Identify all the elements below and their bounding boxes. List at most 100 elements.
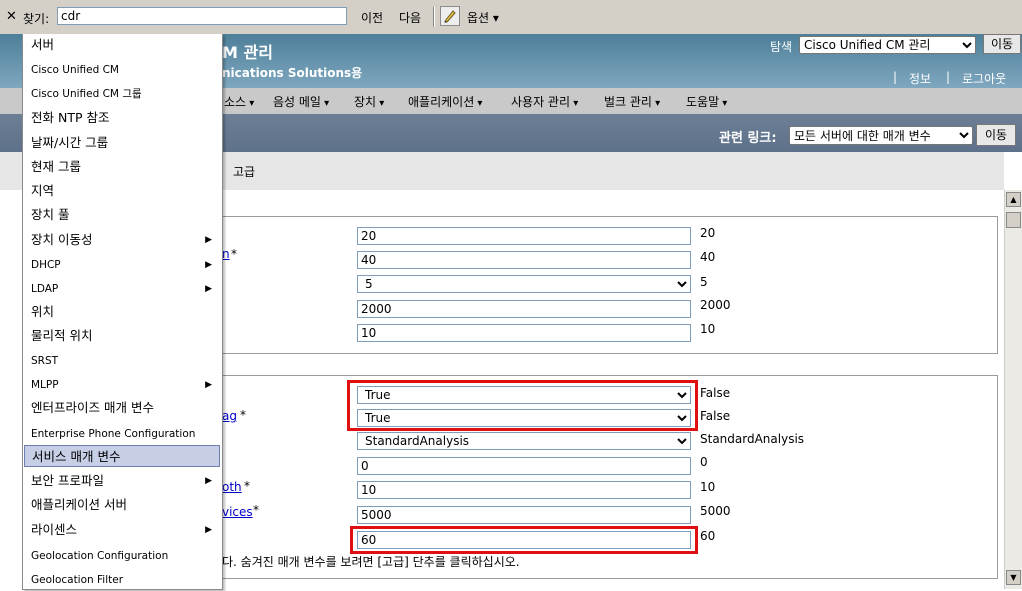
menu-item-label: 현재 그룹 bbox=[31, 159, 81, 174]
menu-bulk-admin[interactable]: 벌크 관리 bbox=[604, 93, 660, 110]
menu-item-dhcp[interactable]: DHCP ▶ bbox=[24, 254, 220, 276]
menu-item-enterprise-phone-config[interactable]: Enterprise Phone Configuration bbox=[24, 423, 220, 445]
parameter-value-input[interactable] bbox=[357, 506, 691, 524]
menu-item-licensing[interactable]: 라이센스 ▶ bbox=[24, 519, 220, 541]
menu-item-phone-ntp[interactable]: 전화 NTP 참조 bbox=[24, 107, 220, 129]
parameter-label-link[interactable]: vices bbox=[222, 505, 253, 519]
parameter-label-link[interactable]: oth bbox=[222, 480, 242, 494]
find-options-label: 옵션 bbox=[467, 11, 490, 25]
parameter-value-input[interactable] bbox=[357, 457, 691, 475]
menu-device[interactable]: 장치 bbox=[354, 93, 384, 110]
submenu-arrow-icon: ▶ bbox=[205, 476, 212, 486]
about-link[interactable]: 정보 bbox=[909, 70, 931, 87]
parameter-label-link[interactable]: n bbox=[222, 247, 230, 261]
scroll-down-icon[interactable]: ▼ bbox=[1006, 570, 1021, 585]
advanced-button[interactable]: 고급 bbox=[233, 163, 255, 180]
advanced-hint-text: 다. 숨겨진 매개 변수를 보려면 [고급] 단추를 클릭하십시오. bbox=[222, 555, 520, 569]
required-marker: * bbox=[244, 479, 250, 493]
parameter-value-input[interactable] bbox=[357, 481, 691, 499]
highlight-box bbox=[350, 526, 698, 554]
menu-item-label: 서비스 매개 변수 bbox=[32, 449, 121, 464]
parameter-default: 0 bbox=[700, 455, 708, 469]
related-links-label: 관련 링크: bbox=[719, 131, 777, 146]
menu-item-label: 장치 이동성 bbox=[31, 232, 93, 247]
menu-item-application-server[interactable]: 애플리케이션 서버 bbox=[24, 494, 220, 516]
find-prev-button[interactable]: 이전 bbox=[361, 9, 383, 26]
navigation-go-button[interactable]: 이동 bbox=[983, 34, 1021, 54]
menu-item-label: Geolocation Configuration bbox=[31, 550, 169, 562]
navigation-select[interactable]: Cisco Unified CM 관리 bbox=[799, 36, 976, 54]
parameter-default: 2000 bbox=[700, 298, 731, 312]
menu-item-cucm[interactable]: Cisco Unified CM bbox=[24, 59, 220, 81]
menu-item-device-pool[interactable]: 장치 풀 bbox=[24, 204, 220, 226]
menu-media-resources[interactable]: 소스 bbox=[224, 93, 254, 110]
parameter-default: 10 bbox=[700, 480, 716, 494]
menu-application[interactable]: 애플리케이션 bbox=[408, 93, 482, 110]
menu-item-cucm-group[interactable]: Cisco Unified CM 그룹 bbox=[24, 83, 220, 105]
menu-item-label: 위치 bbox=[31, 304, 55, 319]
menu-item-physical-location[interactable]: 물리적 위치 bbox=[24, 325, 220, 347]
related-links-select[interactable]: 모든 서버에 대한 매개 변수 bbox=[789, 126, 973, 145]
menu-item-label: 전화 NTP 참조 bbox=[31, 110, 110, 125]
menu-voice-mail[interactable]: 음성 메일 bbox=[273, 93, 329, 110]
find-input[interactable] bbox=[57, 7, 347, 25]
parameter-value-input[interactable] bbox=[357, 251, 691, 269]
menu-item-mlpp[interactable]: MLPP ▶ bbox=[24, 374, 220, 396]
menu-item-label: Enterprise Phone Configuration bbox=[31, 428, 196, 440]
menu-item-datetime-group[interactable]: 날짜/시간 그룹 bbox=[24, 132, 220, 154]
parameter-value-select[interactable]: StandardAnalysis bbox=[357, 432, 691, 450]
highlight-box bbox=[347, 380, 698, 431]
scroll-thumb[interactable] bbox=[1006, 212, 1021, 228]
menu-item-security-profile[interactable]: 보안 프로파일 ▶ bbox=[24, 470, 220, 492]
menu-item-ldap[interactable]: LDAP ▶ bbox=[24, 278, 220, 300]
separator: | bbox=[946, 70, 951, 84]
parameter-default: 10 bbox=[700, 322, 716, 336]
find-options-button[interactable]: 옵션 ▾ bbox=[467, 9, 499, 26]
menu-item-label: Geolocation Filter bbox=[31, 574, 124, 586]
menu-item-region[interactable]: 지역 bbox=[24, 180, 220, 202]
navigation-label: 탐색 bbox=[770, 40, 793, 54]
parameter-default: 5 bbox=[700, 275, 708, 289]
menu-item-geolocation-config[interactable]: Geolocation Configuration bbox=[24, 545, 220, 567]
parameter-value-input[interactable] bbox=[357, 324, 691, 342]
submenu-arrow-icon: ▶ bbox=[205, 235, 212, 245]
menu-item-server[interactable]: 서버 bbox=[24, 34, 220, 56]
menu-item-label: LDAP bbox=[31, 283, 59, 295]
menu-item-srst[interactable]: SRST bbox=[24, 350, 220, 372]
menu-user-management[interactable]: 사용자 관리 bbox=[511, 93, 578, 110]
menu-item-label: 장치 풀 bbox=[31, 207, 70, 222]
required-marker: * bbox=[253, 503, 259, 517]
menu-help[interactable]: 도움말 bbox=[686, 93, 727, 110]
parameter-default: 5000 bbox=[700, 504, 731, 518]
vertical-scrollbar[interactable]: ▲ ▼ bbox=[1004, 190, 1022, 589]
menu-item-service-parameters[interactable]: 서비스 매개 변수 bbox=[24, 445, 220, 467]
parameter-default: 60 bbox=[700, 529, 716, 543]
highlight-pencil-icon[interactable] bbox=[440, 6, 460, 26]
parameter-default: StandardAnalysis bbox=[700, 432, 805, 446]
parameter-value-input[interactable] bbox=[357, 227, 691, 245]
close-icon[interactable]: ✕ bbox=[6, 9, 17, 24]
parameter-default: 20 bbox=[700, 226, 716, 240]
menu-item-label: MLPP bbox=[31, 379, 59, 391]
submenu-arrow-icon: ▶ bbox=[205, 380, 212, 390]
menu-item-label: 물리적 위치 bbox=[31, 328, 93, 343]
menu-item-label: 엔터프라이즈 매개 변수 bbox=[31, 400, 154, 415]
menu-item-enterprise-parameters[interactable]: 엔터프라이즈 매개 변수 bbox=[24, 397, 220, 419]
parameter-value-input[interactable] bbox=[357, 300, 691, 318]
menu-item-label: DHCP bbox=[31, 259, 61, 271]
menu-item-geolocation-filter[interactable]: Geolocation Filter bbox=[24, 569, 220, 591]
find-label: 찾기: bbox=[23, 12, 50, 26]
parameter-default: 40 bbox=[700, 250, 716, 264]
submenu-arrow-icon: ▶ bbox=[205, 525, 212, 535]
menu-item-label: 애플리케이션 서버 bbox=[31, 497, 127, 512]
logout-link[interactable]: 로그아웃 bbox=[962, 70, 1006, 87]
parameter-default: False bbox=[700, 386, 731, 400]
menu-item-device-mobility[interactable]: 장치 이동성 ▶ bbox=[24, 229, 220, 251]
scroll-up-icon[interactable]: ▲ bbox=[1006, 192, 1021, 207]
parameter-value-select[interactable]: 5 bbox=[357, 275, 691, 293]
find-next-button[interactable]: 다음 bbox=[399, 9, 421, 26]
related-links-go-button[interactable]: 이동 bbox=[976, 124, 1016, 146]
parameter-label-link[interactable]: ag bbox=[222, 409, 237, 423]
menu-item-location[interactable]: 위치 bbox=[24, 301, 220, 323]
menu-item-presence-group[interactable]: 현재 그룹 bbox=[24, 156, 220, 178]
